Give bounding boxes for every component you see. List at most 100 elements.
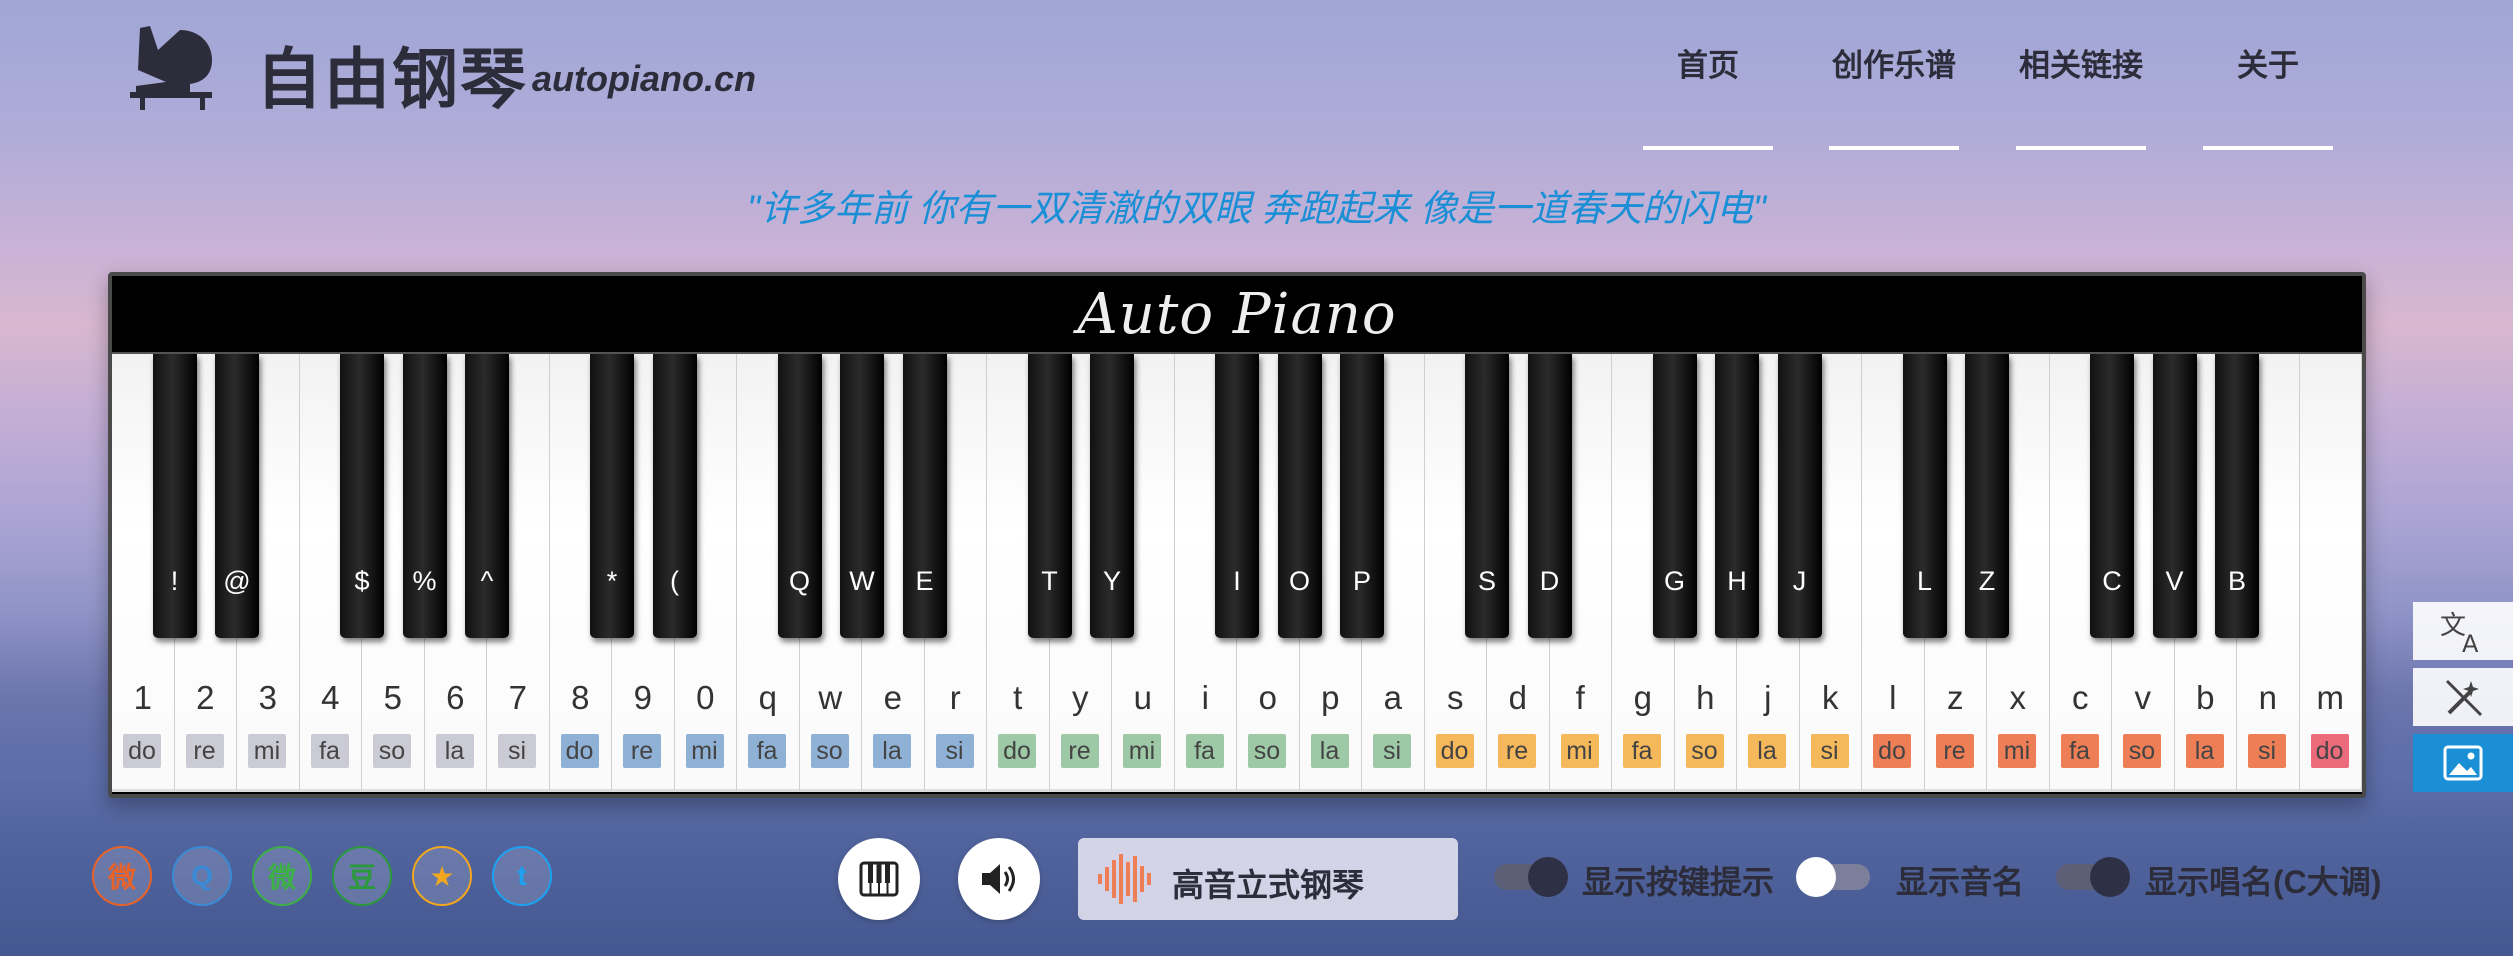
solfege-label: la [2185,734,2224,768]
black-key[interactable]: O [1277,354,1322,638]
key-label: * [606,566,618,596]
black-key[interactable]: ( [652,354,697,638]
nav-about[interactable]: 关于 [2203,40,2333,150]
qq-icon[interactable]: Q [172,846,232,906]
nav-underline [1643,146,1773,150]
key-label: 0 [696,679,715,716]
key-label: B [2227,566,2246,596]
black-key[interactable]: % [402,354,447,638]
solfege-label: re [1935,734,1974,768]
key-label: @ [223,566,251,596]
key-label: 3 [258,679,277,716]
black-key[interactable]: T [1027,354,1072,638]
key-label: 4 [321,679,340,716]
key-label: E [915,566,934,596]
solfege-label: re [185,734,224,768]
white-key[interactable]: m do [2299,354,2362,792]
solfege-label: do [1873,734,1911,768]
wechat-icon[interactable]: 微 [252,846,312,906]
solfege-label: mi [248,734,286,768]
key-label: P [1352,566,1371,596]
key-label: m [2316,679,2345,716]
key-label: y [1072,679,1089,716]
key-label: G [1663,566,1685,596]
black-key[interactable]: ! [152,354,197,638]
black-key[interactable]: Q [777,354,822,638]
solfege-label: la [1748,734,1786,768]
key-label: 6 [446,679,465,716]
toggle-note-names-label: 显示音名 [1896,864,2025,900]
instrument-name: 高音立式钢琴 [1172,867,1365,903]
key-label: 8 [571,679,590,716]
solfege-label: do [560,734,599,768]
piano-logo-icon[interactable] [128,20,214,110]
solfege-label: fa [1185,734,1224,768]
solfege-label: do [1435,734,1474,768]
solfege-label: la [873,734,911,768]
site-title[interactable]: 自由钢琴 [256,26,528,122]
keyboard-mode-button[interactable] [838,838,920,920]
solfege-label: mi [1123,734,1161,768]
effects-off-button[interactable] [2413,668,2513,726]
black-key[interactable]: E [902,354,947,638]
volume-button[interactable] [958,838,1040,920]
nav-underline [1829,146,1959,150]
twitter-icon[interactable]: t [492,846,552,906]
black-key[interactable]: L [1902,354,1947,638]
douban-icon[interactable]: 豆 [332,846,392,906]
translate-button[interactable]: 文 A [2413,602,2513,660]
key-label: f [1575,679,1585,716]
key-label: V [2165,566,2184,596]
solfege-label: so [1685,734,1724,768]
black-key[interactable]: I [1215,354,1259,638]
solfege-label: re [1060,734,1099,768]
key-label: $ [354,566,370,596]
qzone-icon[interactable]: ★ [412,846,472,906]
key-label: C [2102,566,2122,596]
solfege-label: mi [1998,734,2036,768]
black-key[interactable]: Y [1090,354,1134,638]
black-key[interactable]: ^ [465,354,509,638]
black-key[interactable]: $ [340,354,384,638]
black-key[interactable]: Z [1965,354,2009,638]
key-label: l [1889,679,1897,716]
black-key[interactable]: S [1465,354,1509,638]
instrument-select[interactable]: 高音立式钢琴 [1078,838,1458,920]
key-label: Y [1102,566,1121,596]
nav-home[interactable]: 首页 [1643,40,1773,150]
toggle-note-names[interactable] [1796,857,1870,897]
black-key[interactable]: P [1340,354,1384,638]
black-key[interactable]: W [840,354,884,638]
black-key[interactable]: @ [215,354,259,638]
black-key[interactable]: * [590,354,634,638]
key-label: a [1383,679,1402,716]
weibo-icon[interactable]: 微 [92,846,152,906]
solfege-label: la [1310,734,1349,768]
toggle-solfege[interactable] [2056,857,2130,897]
nav-compose-label: 创作乐谱 [1832,48,1956,83]
key-label: % [412,566,437,596]
background-image-button[interactable] [2413,734,2513,792]
black-key[interactable]: D [1527,354,1572,638]
key-label: r [949,679,961,716]
key-label: ( [670,566,679,596]
black-key[interactable]: G [1652,354,1697,638]
black-key[interactable]: V [2152,354,2197,638]
nav-links[interactable]: 相关链接 [2016,40,2146,150]
key-label: W [849,566,875,596]
solfege-label: si [1373,734,1411,768]
key-label: J [1792,566,1807,596]
toggle-key-hints[interactable] [1494,857,1568,897]
black-key[interactable]: H [1715,354,1759,638]
black-key[interactable]: B [2215,354,2259,638]
nav-compose[interactable]: 创作乐谱 [1829,40,1959,150]
nav-about-label: 关于 [2237,48,2299,83]
piano-brand: Auto Piano [1077,282,1397,347]
image-icon [2443,745,2483,781]
black-key[interactable]: J [1777,354,1822,638]
key-label: S [1477,566,1496,596]
key-label: v [2134,679,2152,716]
black-key[interactable]: C [2090,354,2134,638]
solfege-label: fa [310,734,349,768]
key-label: d [1508,679,1527,716]
